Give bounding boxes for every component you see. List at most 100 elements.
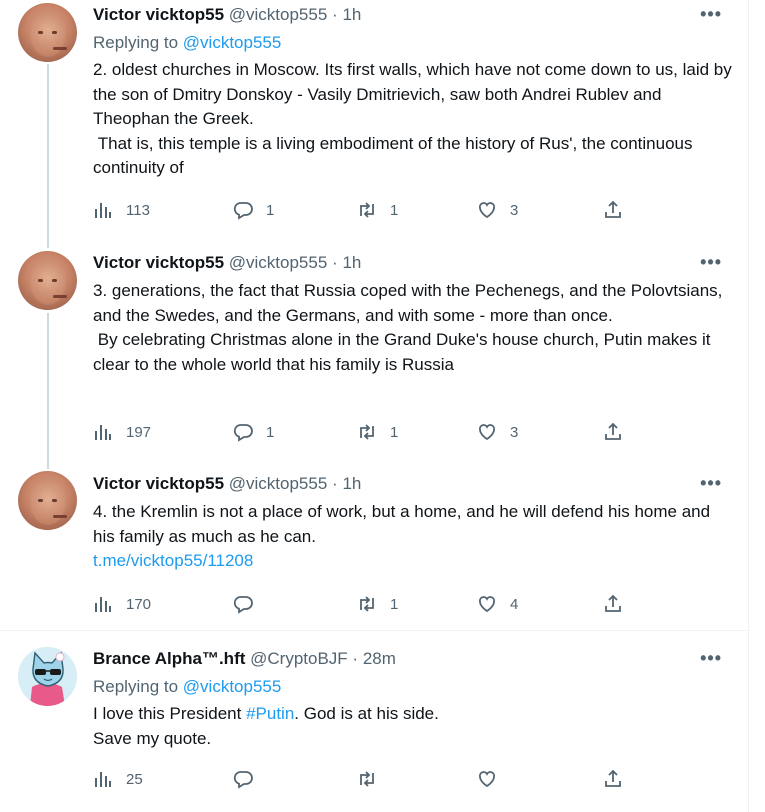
more-icon[interactable]: ••• bbox=[700, 648, 722, 669]
like-icon bbox=[477, 594, 497, 614]
tweet-paragraph: 3. generations, the fact that Russia cop… bbox=[93, 281, 723, 325]
reply-count: 1 bbox=[266, 201, 275, 219]
retweet-icon bbox=[357, 200, 377, 220]
tweet-actions: 170 1 4 bbox=[93, 593, 633, 615]
timeline: Victor vicktop55 @vicktop555 · 1h ••• Re… bbox=[0, 0, 749, 812]
reply-icon bbox=[233, 200, 253, 220]
reply-button[interactable]: 1 bbox=[233, 421, 274, 443]
views-count: 197 bbox=[126, 423, 152, 441]
external-link[interactable]: t.me/vicktop55/11208 bbox=[93, 551, 253, 570]
reply-icon bbox=[233, 422, 253, 442]
avatar[interactable] bbox=[18, 3, 77, 62]
tweet-paragraph: 4. the Kremlin is not a place of work, b… bbox=[93, 502, 711, 546]
views-count: 170 bbox=[126, 595, 152, 613]
retweet-count: 1 bbox=[390, 595, 399, 613]
tweet-text: 4. the Kremlin is not a place of work, b… bbox=[93, 500, 733, 574]
tweet-text: 3. generations, the fact that Russia cop… bbox=[93, 279, 733, 377]
retweet-button[interactable]: 1 bbox=[357, 421, 398, 443]
share-button[interactable] bbox=[603, 593, 623, 615]
replying-label: Replying to bbox=[93, 677, 179, 696]
timestamp[interactable]: 1h bbox=[342, 253, 361, 272]
tweet[interactable]: Victor vicktop55 @vicktop555 · 1h ••• Re… bbox=[0, 0, 748, 240]
like-icon bbox=[477, 200, 497, 220]
like-button[interactable]: 4 bbox=[477, 593, 518, 615]
avatar[interactable] bbox=[18, 647, 77, 706]
views-button[interactable]: 113 bbox=[93, 199, 150, 221]
views-count: 113 bbox=[126, 201, 150, 219]
tweet-actions: 25 bbox=[93, 768, 633, 790]
views-button[interactable]: 170 bbox=[93, 593, 151, 615]
tweet-paragraph: I love this President #Putin. God is at … bbox=[93, 702, 733, 727]
like-button[interactable]: 3 bbox=[477, 421, 518, 443]
views-count: 25 bbox=[126, 770, 143, 788]
reply-button[interactable] bbox=[233, 593, 266, 615]
separator: · bbox=[332, 253, 338, 272]
tweet-paragraph: Save my quote. bbox=[93, 728, 212, 748]
more-icon[interactable]: ••• bbox=[700, 4, 722, 25]
reply-count: 1 bbox=[266, 423, 275, 441]
separator: · bbox=[352, 649, 359, 668]
like-icon bbox=[477, 769, 497, 789]
views-icon bbox=[93, 200, 113, 220]
author-name[interactable]: Victor vicktop55 bbox=[93, 5, 224, 24]
retweet-count: 1 bbox=[390, 423, 399, 441]
tweet-text-part: . God is at his side. bbox=[294, 704, 439, 723]
retweet-count: 1 bbox=[390, 201, 399, 219]
views-icon bbox=[93, 422, 113, 442]
tweet-paragraph: 2. oldest churches in Moscow. Its first … bbox=[93, 60, 732, 128]
author-handle[interactable]: @vicktop555 bbox=[229, 253, 328, 272]
like-button[interactable]: 3 bbox=[477, 199, 518, 221]
tweet-paragraph: By celebrating Christmas alone in the Gr… bbox=[93, 330, 716, 374]
hashtag-link[interactable]: #Putin bbox=[246, 704, 294, 723]
tweet-paragraph: That is, this temple is a living embodim… bbox=[93, 133, 698, 178]
reply-button[interactable]: 1 bbox=[233, 199, 274, 221]
tweet-actions: 113 1 1 3 bbox=[93, 199, 633, 221]
like-button[interactable] bbox=[477, 768, 510, 790]
reply-icon bbox=[233, 769, 253, 789]
tweet[interactable]: Brance Alpha™.hft @CryptoBJF · 28m ••• R… bbox=[0, 631, 748, 812]
share-button[interactable] bbox=[603, 199, 623, 221]
more-icon[interactable]: ••• bbox=[700, 252, 722, 273]
retweet-icon bbox=[357, 422, 377, 442]
like-count: 3 bbox=[510, 423, 519, 441]
avatar[interactable] bbox=[18, 471, 77, 530]
like-count: 4 bbox=[510, 595, 519, 613]
share-icon bbox=[603, 594, 623, 614]
tweet-text: 2. oldest churches in Moscow. Its first … bbox=[93, 58, 733, 181]
retweet-button[interactable]: 1 bbox=[357, 593, 398, 615]
retweet-button[interactable] bbox=[357, 768, 390, 790]
tweet-text: I love this President #Putin. God is at … bbox=[93, 702, 733, 751]
author-name[interactable]: Victor vicktop55 bbox=[93, 253, 224, 272]
share-button[interactable] bbox=[603, 421, 623, 443]
timestamp[interactable]: 1h bbox=[342, 474, 361, 493]
author-handle[interactable]: @vicktop555 bbox=[229, 474, 328, 493]
replying-label: Replying to bbox=[93, 33, 179, 52]
timestamp[interactable]: 28m bbox=[363, 649, 396, 668]
author-name[interactable]: Brance Alpha™.hft bbox=[93, 649, 245, 668]
retweet-button[interactable]: 1 bbox=[357, 199, 398, 221]
views-icon bbox=[93, 594, 113, 614]
author-name[interactable]: Victor vicktop55 bbox=[93, 474, 224, 493]
replying-to-link[interactable]: @vicktop555 bbox=[183, 677, 282, 696]
separator: · bbox=[332, 474, 338, 493]
timestamp[interactable]: 1h bbox=[342, 5, 361, 24]
author-handle[interactable]: @vicktop555 bbox=[229, 5, 328, 24]
author-handle[interactable]: @CryptoBJF bbox=[250, 649, 348, 668]
retweet-icon bbox=[357, 769, 377, 789]
retweet-icon bbox=[357, 594, 377, 614]
views-icon bbox=[93, 769, 113, 789]
avatar[interactable] bbox=[18, 251, 77, 310]
like-icon bbox=[477, 422, 497, 442]
views-button[interactable]: 197 bbox=[93, 421, 151, 443]
more-icon[interactable]: ••• bbox=[700, 473, 722, 494]
tweet[interactable]: Victor vicktop55 @vicktop555 · 1h ••• 3.… bbox=[0, 240, 748, 460]
tweet-actions: 197 1 1 3 bbox=[93, 421, 633, 443]
like-count: 3 bbox=[510, 201, 519, 219]
share-icon bbox=[603, 769, 623, 789]
replying-to-link[interactable]: @vicktop555 bbox=[183, 33, 282, 52]
views-button[interactable]: 25 bbox=[93, 768, 143, 790]
separator: · bbox=[332, 5, 338, 24]
tweet[interactable]: Victor vicktop55 @vicktop555 · 1h ••• 4.… bbox=[0, 460, 748, 630]
reply-button[interactable] bbox=[233, 768, 266, 790]
share-button[interactable] bbox=[603, 768, 623, 790]
